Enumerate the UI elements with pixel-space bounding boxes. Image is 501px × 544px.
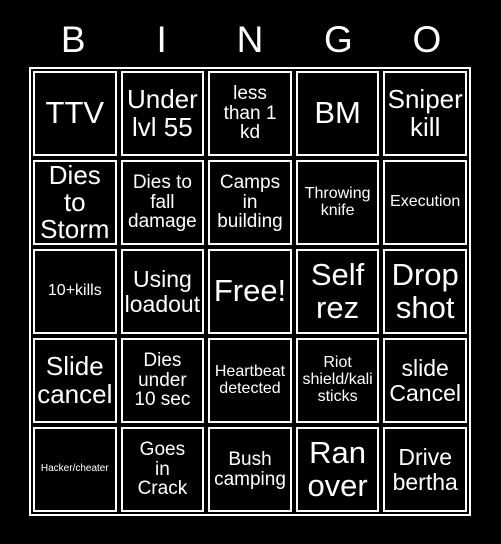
bingo-cell[interactable]: Dies to fall damage xyxy=(120,160,205,245)
bingo-cell-label: Free! xyxy=(213,273,287,309)
bingo-cell-label: Dies to Storm xyxy=(40,160,110,245)
bingo-cell-label: Throwing knife xyxy=(304,184,371,219)
bingo-cell[interactable]: slide Cancel xyxy=(383,338,467,423)
header-letter-n: N xyxy=(236,18,264,60)
bingo-cell[interactable]: Drive bertha xyxy=(383,427,467,512)
bingo-cell[interactable]: BM xyxy=(295,71,380,156)
bingo-grid: TTV Under lvl 55 less than 1 kd BM Snipe… xyxy=(29,67,471,516)
bingo-cell-label: Heartbeat detected xyxy=(214,362,286,397)
bingo-cell[interactable]: Heartbeat detected xyxy=(208,338,292,423)
bingo-cell-label: Drive bertha xyxy=(392,444,458,495)
bingo-cell[interactable]: Under lvl 55 xyxy=(120,71,205,156)
bingo-cell[interactable]: Goes in Crack xyxy=(120,427,205,512)
header-letter-i: I xyxy=(156,18,167,60)
bingo-cell-free[interactable]: Free! xyxy=(208,249,292,334)
bingo-cell[interactable]: Sniper kill xyxy=(383,71,467,156)
bingo-cell-label: Dies under 10 sec xyxy=(134,349,191,411)
bingo-cell-label: Ran over xyxy=(307,434,368,503)
bingo-cell[interactable]: 10+kills xyxy=(33,249,117,334)
bingo-cell[interactable]: Bush camping xyxy=(208,427,292,512)
header-letter-o: O xyxy=(412,18,442,60)
bingo-cell-label: Camps in building xyxy=(217,171,283,233)
header-letter-b: B xyxy=(60,18,86,60)
bingo-cell-label: slide Cancel xyxy=(389,355,461,406)
bingo-cell-label: BM xyxy=(314,95,361,131)
bingo-cell[interactable]: Camps in building xyxy=(208,160,292,245)
bingo-cell-label: Self rez xyxy=(310,256,365,325)
bingo-cell[interactable]: Throwing knife xyxy=(295,160,380,245)
bingo-cell-label: Execution xyxy=(390,193,461,211)
bingo-header: B I N G O xyxy=(29,14,471,64)
bingo-cell[interactable]: TTV xyxy=(33,71,117,156)
bingo-cell-label: Dies to fall damage xyxy=(128,171,197,233)
bingo-cell-label: Under lvl 55 xyxy=(126,84,198,142)
bingo-cell-label: Hacker/cheater xyxy=(40,463,109,475)
bingo-card: B I N G O TTV Under lvl 55 less than 1 k… xyxy=(0,0,501,544)
bingo-cell[interactable]: Dies under 10 sec xyxy=(120,338,205,423)
header-letter-g: G xyxy=(324,18,353,60)
bingo-cell-label: TTV xyxy=(45,95,105,131)
bingo-cell-label: Slide cancel xyxy=(37,351,113,409)
bingo-cell[interactable]: Riot shield/kali sticks xyxy=(295,338,380,423)
bingo-cell[interactable]: Hacker/cheater xyxy=(33,427,117,512)
bingo-cell-label: Riot shield/kali sticks xyxy=(302,354,373,405)
bingo-cell-label: Bush camping xyxy=(214,448,286,490)
bingo-cell[interactable]: Self rez xyxy=(295,249,380,334)
bingo-cell[interactable]: Slide cancel xyxy=(33,338,117,423)
bingo-cell[interactable]: Dies to Storm xyxy=(33,160,117,245)
bingo-cell[interactable]: Execution xyxy=(383,160,467,245)
bingo-cell[interactable]: Drop shot xyxy=(383,249,467,334)
bingo-cell-label: less than 1 kd xyxy=(223,82,277,144)
bingo-cell[interactable]: Using loadout xyxy=(120,249,205,334)
bingo-cell[interactable]: Ran over xyxy=(295,427,380,512)
bingo-cell-label: Sniper kill xyxy=(387,84,463,142)
bingo-cell-label: 10+kills xyxy=(47,282,102,300)
bingo-cell[interactable]: less than 1 kd xyxy=(208,71,292,156)
bingo-cell-label: Drop shot xyxy=(391,256,459,325)
bingo-cell-label: Using loadout xyxy=(124,266,201,317)
bingo-cell-label: Goes in Crack xyxy=(137,438,188,500)
